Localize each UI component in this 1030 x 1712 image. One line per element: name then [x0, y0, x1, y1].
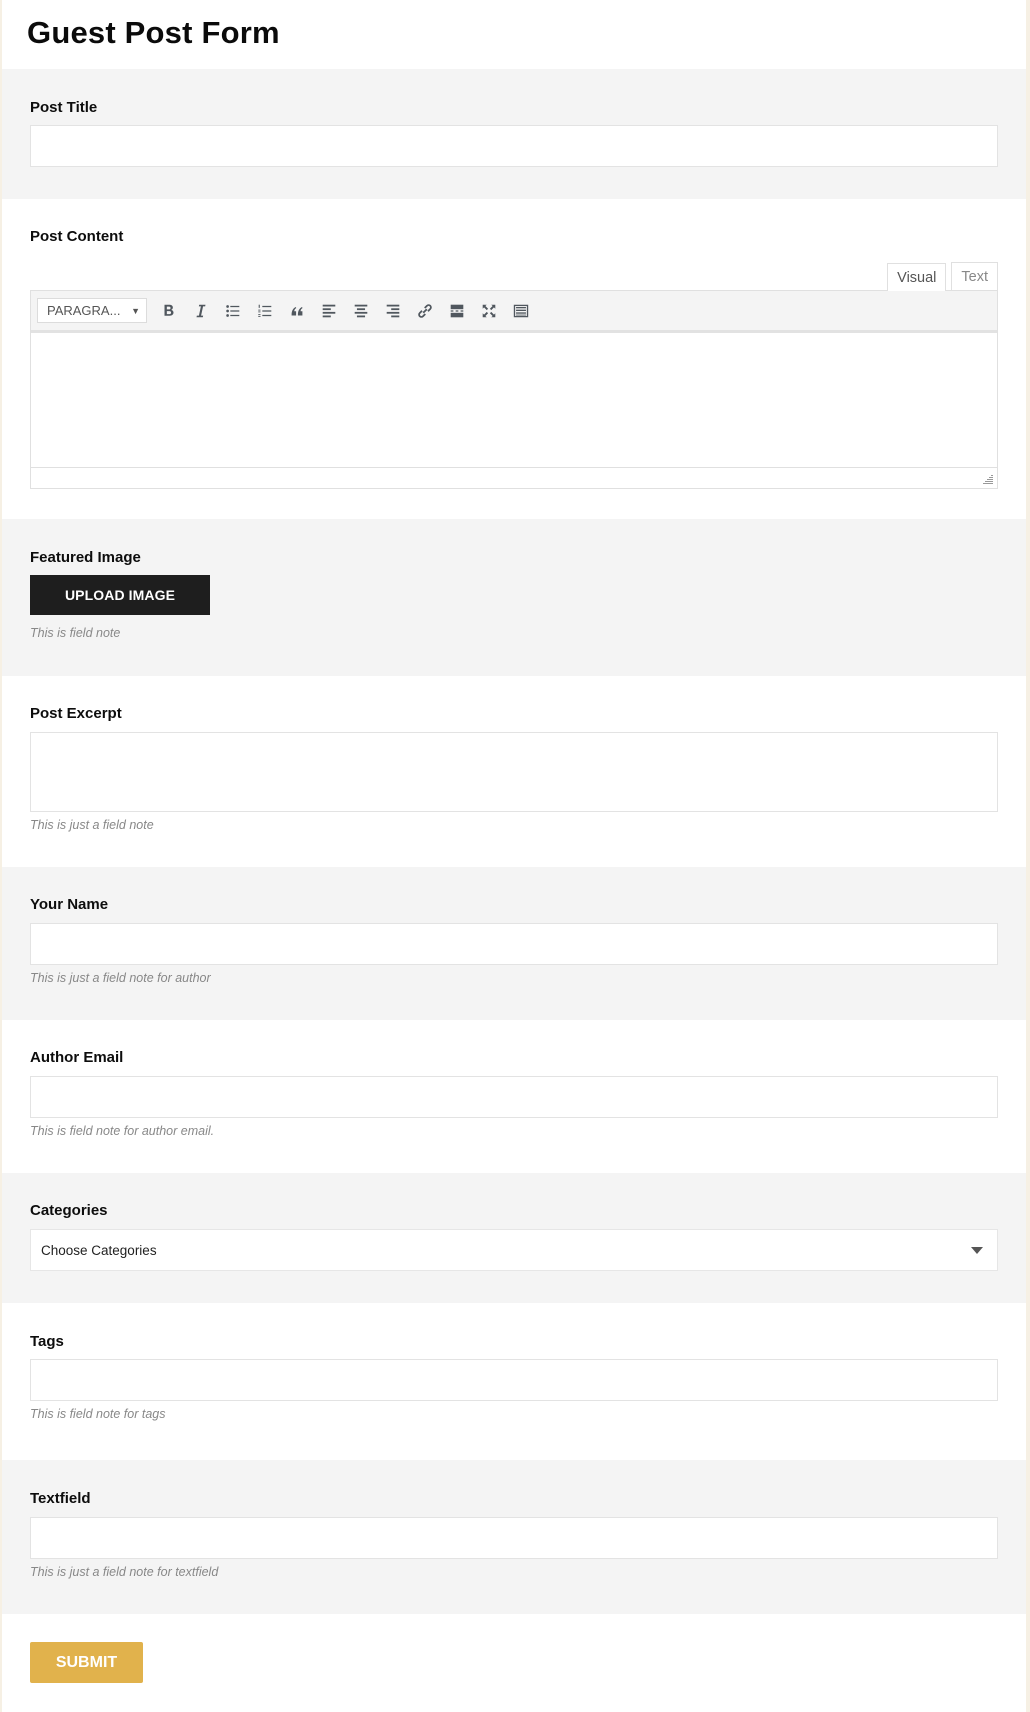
your-name-input[interactable]	[30, 923, 998, 965]
align-left-button[interactable]	[313, 296, 345, 326]
post-title-label: Post Title	[30, 99, 98, 116]
toolbar-toggle-button[interactable]	[505, 296, 537, 326]
submit-button[interactable]: SUBMIT	[30, 1642, 143, 1683]
your-name-section: Your Name This is just a field note for …	[2, 867, 1026, 1020]
numbered-list-button[interactable]	[249, 296, 281, 326]
author-email-input[interactable]	[30, 1076, 998, 1118]
categories-section: Categories Choose Categories	[2, 1173, 1026, 1303]
post-title-input[interactable]	[30, 125, 998, 167]
align-right-button[interactable]	[377, 296, 409, 326]
read-more-button[interactable]	[441, 296, 473, 326]
editor-statusbar	[31, 467, 997, 488]
format-select[interactable]: PARAGRA... ▼	[37, 298, 147, 323]
categories-select-value: Choose Categories	[41, 1242, 157, 1258]
textfield-section: Textfield This is just a field note for …	[2, 1460, 1026, 1614]
page-header: Guest Post Form	[2, 0, 1026, 69]
textfield-label: Textfield	[30, 1490, 91, 1507]
tags-section: Tags This is field note for tags	[2, 1303, 1026, 1460]
post-excerpt-textarea[interactable]	[30, 732, 998, 812]
post-excerpt-label: Post Excerpt	[30, 705, 122, 722]
tags-label: Tags	[30, 1333, 64, 1350]
chevron-down-icon: ▼	[131, 305, 140, 316]
your-name-note: This is just a field note for author	[30, 971, 211, 985]
tags-input[interactable]	[30, 1359, 998, 1401]
upload-image-button[interactable]: UPLOAD IMAGE	[30, 575, 210, 615]
italic-icon	[196, 304, 206, 317]
categories-label: Categories	[30, 1202, 108, 1219]
post-excerpt-section: Post Excerpt This is just a field note	[2, 676, 1026, 867]
bold-icon	[164, 304, 174, 316]
resize-handle-icon[interactable]	[983, 474, 994, 485]
post-content-label: Post Content	[30, 228, 124, 245]
post-content-editor-area[interactable]	[31, 333, 997, 467]
featured-image-section: Featured Image UPLOAD IMAGE This is fiel…	[2, 519, 1026, 676]
bulleted-list-icon	[226, 304, 240, 317]
fullscreen-icon	[482, 304, 496, 317]
post-content-section: Post Content Visual Text PARAGRA... ▼	[2, 199, 1026, 519]
numbered-list-icon	[258, 304, 272, 317]
tags-note: This is field note for tags	[30, 1407, 166, 1421]
toolbar-toggle-icon	[513, 304, 529, 317]
editor-tabs: Visual Text	[30, 262, 998, 291]
page-title: Guest Post Form	[27, 14, 280, 50]
tab-text[interactable]: Text	[951, 262, 998, 290]
format-select-value: PARAGRA...	[47, 303, 121, 318]
align-right-icon	[386, 304, 400, 317]
align-center-icon	[354, 304, 368, 317]
bulleted-list-button[interactable]	[217, 296, 249, 326]
blockquote-icon	[291, 306, 303, 315]
textfield-input[interactable]	[30, 1517, 998, 1559]
blockquote-button[interactable]	[281, 296, 313, 326]
post-excerpt-note: This is just a field note	[30, 818, 154, 832]
featured-image-note: This is field note	[30, 626, 121, 640]
your-name-label: Your Name	[30, 896, 109, 913]
post-title-section: Post Title	[2, 69, 1026, 199]
author-email-note: This is field note for author email.	[30, 1124, 215, 1138]
author-email-label: Author Email	[30, 1049, 124, 1066]
link-button[interactable]	[409, 296, 441, 326]
bold-button[interactable]	[153, 296, 185, 326]
read-more-icon	[450, 304, 464, 317]
link-icon	[418, 303, 432, 318]
guest-post-page: Guest Post Form Post Title Post Content …	[2, 0, 1026, 1712]
featured-image-label: Featured Image	[30, 549, 141, 566]
author-email-section: Author Email This is field note for auth…	[2, 1020, 1026, 1173]
rich-text-editor: PARAGRA... ▼	[30, 290, 998, 489]
tab-visual[interactable]: Visual	[887, 263, 947, 291]
textfield-note: This is just a field note for textfield	[30, 1565, 219, 1579]
submit-section: SUBMIT	[2, 1614, 1026, 1712]
fullscreen-button[interactable]	[473, 296, 505, 326]
italic-button[interactable]	[185, 296, 217, 326]
categories-select[interactable]: Choose Categories	[30, 1229, 998, 1271]
align-left-icon	[322, 304, 336, 317]
align-center-button[interactable]	[345, 296, 377, 326]
editor-toolbar: PARAGRA... ▼	[31, 291, 997, 333]
dropdown-arrow-icon	[971, 1246, 983, 1254]
